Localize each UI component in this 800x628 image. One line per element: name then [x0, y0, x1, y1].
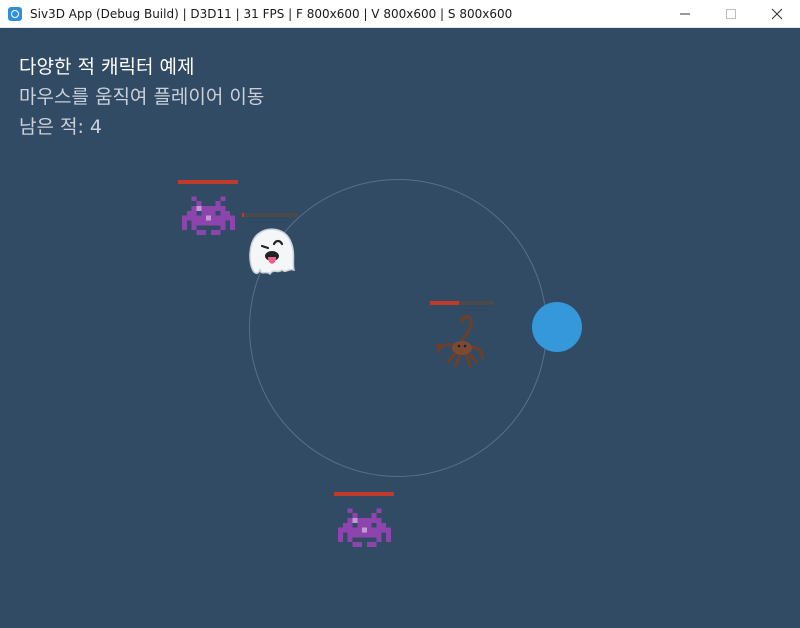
app-window: Siv3D App (Debug Build) | D3D11 | 31 FPS… [0, 0, 800, 628]
hud: 다양한 적 캐릭터 예제 마우스를 움직여 플레이어 이동 남은 적: 4 [19, 52, 264, 142]
minimize-button[interactable] [662, 0, 708, 28]
enemy-hp-fill [430, 301, 459, 305]
enemy-hp-fill [242, 213, 245, 217]
enemy-hp-fill [178, 180, 238, 184]
maximize-button[interactable] [708, 0, 754, 28]
player-circle [532, 302, 582, 352]
instruction-text: 마우스를 움직여 플레이어 이동 [19, 86, 265, 108]
window-title: Siv3D App (Debug Build) | D3D11 | 31 FPS… [30, 6, 513, 21]
minimize-icon [680, 13, 690, 15]
ghost-icon [244, 224, 298, 282]
enemy-hp-bar [178, 180, 238, 184]
close-button[interactable] [754, 0, 800, 28]
enemy-hp-bar [242, 213, 298, 217]
title-bar[interactable]: Siv3D App (Debug Build) | D3D11 | 31 FPS… [0, 0, 800, 28]
game-canvas[interactable]: 다양한 적 캐릭터 예제 마우스를 움직여 플레이어 이동 남은 적: 4 [0, 28, 800, 628]
window-controls [662, 0, 800, 28]
remaining-enemies: 남은 적: 4 [19, 116, 103, 138]
close-icon [771, 8, 783, 20]
alien-monster-icon [182, 196, 235, 249]
example-title: 다양한 적 캐릭터 예제 [19, 56, 195, 78]
enemy-hp-bar [430, 301, 494, 305]
maximize-icon [726, 9, 736, 19]
enemy-hp-fill [334, 492, 394, 496]
enemy-hp-bar [334, 492, 394, 496]
scorpion-icon [434, 312, 488, 376]
siv3d-app-icon [8, 6, 22, 21]
alien-monster-icon [338, 508, 391, 561]
